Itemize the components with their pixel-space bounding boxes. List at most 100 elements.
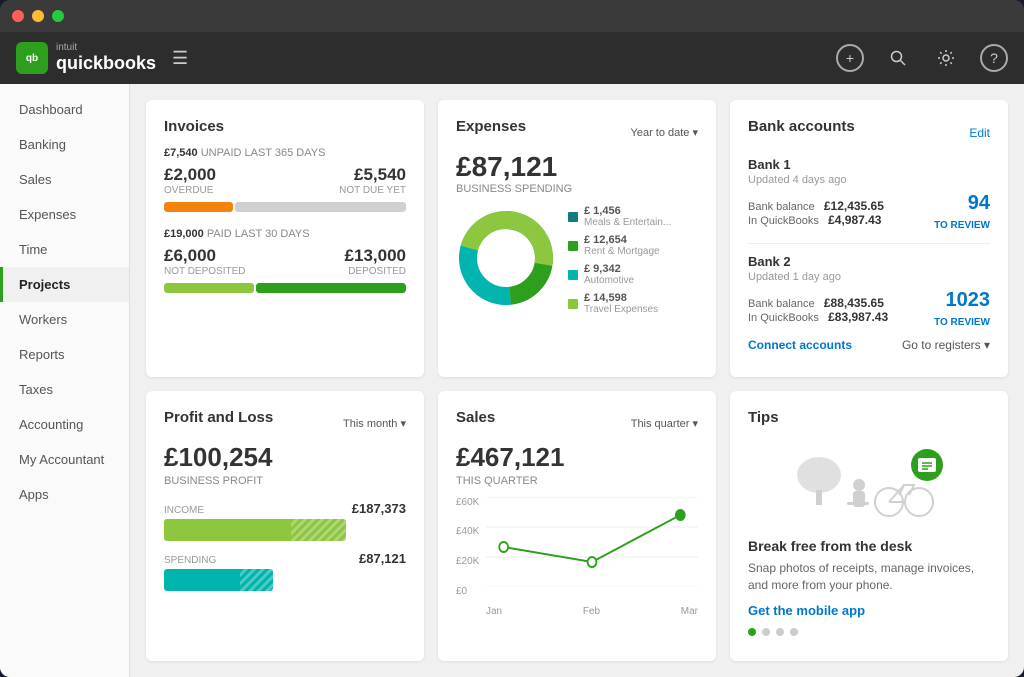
app-window: qb intuit quickbooks ☰ + ?: [0, 0, 1024, 677]
profit-loss-card: Profit and Loss This month ▾ £100,254 BU…: [146, 391, 424, 661]
tips-card: Tips: [730, 391, 1008, 661]
legend-dot-3: [568, 299, 578, 309]
sales-sublabel: THIS QUARTER: [456, 475, 698, 487]
pl-title: Profit and Loss: [164, 409, 273, 426]
legend-item-0: £ 1,456 Meals & Entertain...: [568, 205, 671, 228]
bank1-review-label: TO REVIEW: [934, 220, 990, 231]
chart-y-40k: £40K: [456, 526, 479, 537]
bank1-review-count[interactable]: 94: [934, 192, 990, 215]
sidebar-item-taxes[interactable]: Taxes: [0, 372, 129, 407]
legend-text-0: £ 1,456 Meals & Entertain...: [584, 205, 671, 228]
bank-accounts-card: Bank accounts Edit Bank 1 Updated 4 days…: [730, 100, 1008, 377]
maximize-button[interactable]: [52, 10, 64, 22]
invoices-amounts-row: £2,000 OVERDUE £5,540 NOT DUE YET: [164, 165, 406, 196]
pl-sublabel: BUSINESS PROFIT: [164, 475, 406, 487]
search-button[interactable]: [884, 44, 912, 72]
sales-period-selector[interactable]: This quarter ▾: [631, 417, 698, 430]
bank2-qb-label: In QuickBooks £83,987.43: [748, 310, 888, 324]
bank1-balances: Bank balance £12,435.65 In QuickBooks £4…: [748, 192, 990, 233]
sidebar-item-accounting[interactable]: Accounting: [0, 407, 129, 442]
tips-cta-button[interactable]: Get the mobile app: [748, 603, 990, 618]
expenses-amount: £87,121: [456, 151, 698, 183]
bank-title: Bank accounts: [748, 118, 855, 135]
legend-text-2: £ 9,342 Automotive: [584, 263, 634, 286]
sidebar-item-dashboard[interactable]: Dashboard: [0, 92, 129, 127]
bank-header: Bank accounts Edit: [748, 118, 990, 147]
sidebar-item-reports[interactable]: Reports: [0, 337, 129, 372]
bank1-section: Bank 1 Updated 4 days ago Bank balance £…: [748, 157, 990, 233]
sales-card: Sales This quarter ▾ £467,121 THIS QUART…: [438, 391, 716, 661]
pl-amount: £100,254: [164, 442, 406, 473]
expenses-period-selector[interactable]: Year to date ▾: [631, 126, 699, 139]
bank2-review-count[interactable]: 1023: [934, 289, 990, 312]
pl-period-selector[interactable]: This month ▾: [343, 417, 406, 430]
chart-x-labels: Jan Feb Mar: [486, 606, 698, 617]
bank2-balances: Bank balance £88,435.65 In QuickBooks £8…: [748, 289, 990, 330]
pl-spending-stripe: [240, 569, 273, 591]
bank2-review-label: TO REVIEW: [934, 317, 990, 328]
add-button[interactable]: +: [836, 44, 864, 72]
invoices-not-deposited: £6,000 NOT DEPOSITED: [164, 246, 246, 277]
legend-text-1: £ 12,654 Rent & Mortgage: [584, 234, 660, 257]
sidebar-item-projects[interactable]: Projects: [0, 267, 129, 302]
sidebar-item-apps[interactable]: Apps: [0, 477, 129, 512]
tips-dot-3[interactable]: [790, 628, 798, 636]
expenses-sublabel: BUSINESS SPENDING: [456, 183, 698, 195]
legend-dot-2: [568, 270, 578, 280]
pl-spending-row: SPENDING £87,121: [164, 551, 406, 591]
sidebar: Dashboard Banking Sales Expenses Time Pr…: [0, 84, 130, 677]
tips-body: Snap photos of receipts, manage invoices…: [748, 560, 990, 594]
logo-area: qb intuit quickbooks: [16, 42, 156, 74]
tips-dot-2[interactable]: [776, 628, 784, 636]
tips-dot-0[interactable]: [748, 628, 756, 636]
bank-edit-button[interactable]: Edit: [969, 126, 990, 140]
logo-icon-text: qb: [26, 53, 38, 64]
bank2-name: Bank 2: [748, 254, 990, 269]
pl-income-row: INCOME £187,373: [164, 501, 406, 541]
chart-y-0: £0: [456, 586, 479, 597]
sidebar-item-time[interactable]: Time: [0, 232, 129, 267]
tips-dot-1[interactable]: [762, 628, 770, 636]
invoices-card: Invoices £7,540 UNPAID LAST 365 DAYS £2,…: [146, 100, 424, 377]
chart-y-60k: £60K: [456, 497, 479, 508]
sidebar-item-workers[interactable]: Workers: [0, 302, 129, 337]
pl-header: Profit and Loss This month ▾: [164, 409, 406, 438]
invoices-unpaid-header: £7,540 UNPAID LAST 365 DAYS: [164, 147, 406, 159]
expenses-title: Expenses: [456, 118, 526, 135]
help-button[interactable]: ?: [980, 44, 1008, 72]
minimize-button[interactable]: [32, 10, 44, 22]
sidebar-item-sales[interactable]: Sales: [0, 162, 129, 197]
go-to-registers-button[interactable]: Go to registers ▾: [902, 338, 990, 352]
tips-illustration: [748, 438, 990, 528]
expenses-donut: [456, 208, 556, 313]
chart-x-mar: Mar: [681, 606, 698, 617]
legend-item-1: £ 12,654 Rent & Mortgage: [568, 234, 671, 257]
bank2-amounts: Bank balance £88,435.65 In QuickBooks £8…: [748, 296, 888, 324]
logo-icon: qb: [16, 42, 48, 74]
invoices-progress-bar: [164, 202, 406, 212]
close-button[interactable]: [12, 10, 24, 22]
bank1-amounts: Bank balance £12,435.65 In QuickBooks £4…: [748, 199, 884, 227]
legend-text-3: £ 14,598 Travel Expenses: [584, 292, 658, 315]
legend-dot-0: [568, 212, 578, 222]
connect-accounts-button[interactable]: Connect accounts: [748, 338, 852, 352]
body-area: Dashboard Banking Sales Expenses Time Pr…: [0, 84, 1024, 677]
bank1-name: Bank 1: [748, 157, 990, 172]
legend-item-3: £ 14,598 Travel Expenses: [568, 292, 671, 315]
sidebar-item-banking[interactable]: Banking: [0, 127, 129, 162]
chart-x-feb: Feb: [583, 606, 600, 617]
sidebar-item-expenses[interactable]: Expenses: [0, 197, 129, 232]
pl-income-stripe: [291, 519, 345, 541]
invoices-overdue: £2,000 OVERDUE: [164, 165, 216, 196]
expenses-legend: £ 1,456 Meals & Entertain... £ 12,654 Re…: [568, 205, 671, 315]
sidebar-item-my-accountant[interactable]: My Accountant: [0, 442, 129, 477]
bank-footer: Connect accounts Go to registers ▾: [748, 338, 990, 352]
chart-y-labels: £60K £40K £20K £0: [456, 497, 479, 597]
bank1-qb-label: In QuickBooks £4,987.43: [748, 213, 884, 227]
expenses-header: Expenses Year to date ▾: [456, 118, 698, 147]
tips-heading: Break free from the desk: [748, 538, 990, 554]
bank2-review: 1023 TO REVIEW: [934, 289, 990, 330]
hamburger-menu[interactable]: ☰: [172, 48, 188, 69]
settings-button[interactable]: [932, 44, 960, 72]
bank1-balance-label: Bank balance £12,435.65: [748, 199, 884, 213]
